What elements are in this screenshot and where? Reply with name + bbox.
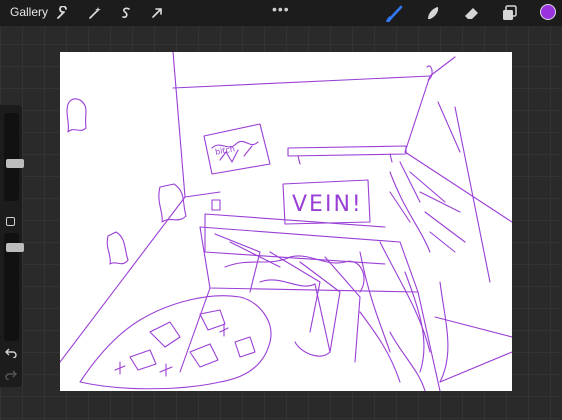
sketch xyxy=(60,52,512,391)
color-picker-button[interactable] xyxy=(540,4,556,20)
opacity-thumb[interactable] xyxy=(6,243,24,252)
selection-s-icon[interactable] xyxy=(116,3,136,23)
brush-icon[interactable] xyxy=(385,3,405,23)
left-sidebar xyxy=(0,105,24,387)
smudge-icon[interactable] xyxy=(423,3,443,23)
brush-size-thumb[interactable] xyxy=(6,159,24,168)
top-toolbar: Gallery ••• xyxy=(0,0,562,26)
magic-wand-icon[interactable] xyxy=(85,3,105,23)
more-menu-button[interactable]: ••• xyxy=(272,1,290,17)
arrow-cursor-icon[interactable] xyxy=(147,3,167,23)
redo-icon[interactable] xyxy=(5,367,17,385)
modify-button[interactable] xyxy=(6,217,15,226)
brush-size-slider[interactable] xyxy=(4,113,24,201)
undo-icon[interactable] xyxy=(5,345,17,363)
drawing-canvas[interactable]: VEIN! bitch xyxy=(60,52,512,391)
layers-icon[interactable] xyxy=(500,3,520,23)
gallery-button[interactable]: Gallery xyxy=(10,5,48,19)
wrench-icon[interactable] xyxy=(53,3,73,23)
sign-text: VEIN! xyxy=(292,192,363,217)
eraser-icon[interactable] xyxy=(462,3,482,23)
opacity-slider[interactable] xyxy=(4,233,24,341)
